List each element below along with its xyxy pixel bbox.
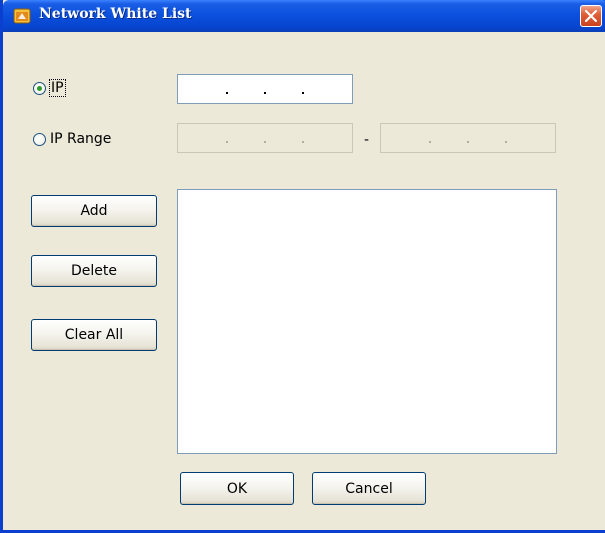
close-icon [585,10,597,22]
add-button[interactable]: Add [31,195,157,227]
ip-separator [505,141,507,143]
ip-range-radio[interactable] [33,132,46,146]
title-bar[interactable]: Network White List [3,0,605,32]
ip-separator [429,141,431,143]
ip-radio-option[interactable]: IP [33,79,66,97]
ip-separator [302,92,304,94]
ip-range-start-input [177,123,353,153]
ip-separator [264,92,266,94]
clear-all-button[interactable]: Clear All [31,319,157,351]
network-white-list-dialog: Network White List IP IP Range - Add Del… [0,0,605,533]
range-separator: - [364,132,370,148]
ip-separator [264,141,266,143]
ip-radio[interactable] [33,81,46,95]
white-list-listbox[interactable] [177,189,557,454]
dialog-content: IP IP Range - Add Delete Clear All OK Ca… [6,32,605,530]
ip-range-radio-label[interactable]: IP Range [50,131,111,147]
ip-radio-label[interactable]: IP [49,79,66,97]
ip-address-input[interactable] [177,74,353,104]
ip-separator [226,141,228,143]
app-icon [13,8,31,24]
ok-button[interactable]: OK [180,472,294,505]
ip-separator [302,141,304,143]
ip-range-radio-option[interactable]: IP Range [33,131,111,147]
close-button[interactable] [580,5,602,27]
ip-range-end-input [380,123,556,153]
ip-separator [226,92,228,94]
delete-button[interactable]: Delete [31,255,157,287]
cancel-button[interactable]: Cancel [312,472,426,505]
window-title: Network White List [39,6,192,22]
ip-separator [467,141,469,143]
